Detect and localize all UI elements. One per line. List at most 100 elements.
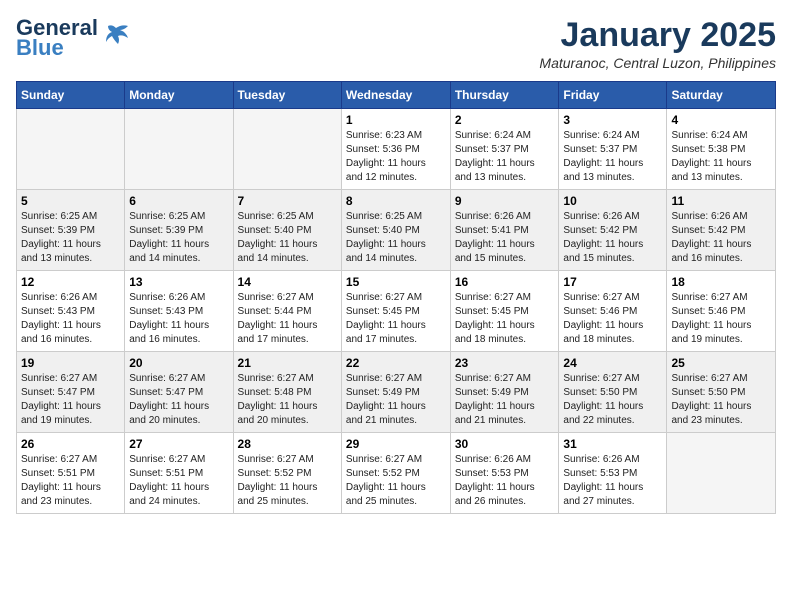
calendar-cell: 10 Sunrise: 6:26 AM Sunset: 5:42 PM Dayli…: [559, 190, 667, 271]
day-number: 5: [21, 194, 120, 208]
calendar-cell: 14 Sunrise: 6:27 AM Sunset: 5:44 PM Dayli…: [233, 271, 341, 352]
day-info: Sunrise: 6:27 AM Sunset: 5:50 PM Dayligh…: [671, 372, 771, 428]
day-number: 2: [455, 113, 555, 127]
calendar-cell: 1 Sunrise: 6:23 AM Sunset: 5:36 PM Daylig…: [341, 109, 450, 190]
day-number: 22: [346, 356, 446, 370]
day-info: Sunrise: 6:26 AM Sunset: 5:41 PM Dayligh…: [455, 210, 555, 266]
day-number: 7: [238, 194, 337, 208]
calendar-cell: 13Sunrise: 6:26 AM Sunset: 5:43 PM Dayli…: [125, 271, 233, 352]
page-header: General Blue January 2025 Maturanoc, Cen…: [16, 16, 776, 71]
calendar-cell: 16 Sunrise: 6:27 AM Sunset: 5:45 PM Dayli…: [450, 271, 559, 352]
calendar-week-row: 5 Sunrise: 6:25 AM Sunset: 5:39 PM Daylig…: [17, 190, 776, 271]
day-number: 17: [563, 275, 662, 289]
day-number: 16: [455, 275, 555, 289]
header-sunday: Sunday: [17, 82, 125, 109]
calendar-table: SundayMondayTuesdayWednesdayThursdayFrid…: [16, 81, 776, 514]
logo-bird-icon: [102, 22, 130, 55]
day-number: 10: [563, 194, 662, 208]
calendar-cell: 23Sunrise: 6:27 AM Sunset: 5:49 PM Dayli…: [450, 352, 559, 433]
day-info: Sunrise: 6:25 AM Sunset: 5:40 PM Dayligh…: [346, 210, 446, 266]
calendar-cell: 29 Sunrise: 6:27 AM Sunset: 5:52 PM Dayli…: [341, 433, 450, 514]
calendar-cell: 11 Sunrise: 6:26 AM Sunset: 5:42 PM Dayli…: [667, 190, 776, 271]
title-block: January 2025 Maturanoc, Central Luzon, P…: [539, 16, 776, 71]
day-info: Sunrise: 6:27 AM Sunset: 5:46 PM Dayligh…: [563, 291, 662, 347]
day-info: Sunrise: 6:26 AM Sunset: 5:42 PM Dayligh…: [671, 210, 771, 266]
calendar-week-row: 26Sunrise: 6:27 AM Sunset: 5:51 PM Dayli…: [17, 433, 776, 514]
day-info: Sunrise: 6:27 AM Sunset: 5:52 PM Dayligh…: [238, 453, 337, 509]
day-number: 31: [563, 437, 662, 451]
day-info: Sunrise: 6:27 AM Sunset: 5:48 PM Dayligh…: [238, 372, 337, 428]
calendar-cell: 8 Sunrise: 6:25 AM Sunset: 5:40 PM Daylig…: [341, 190, 450, 271]
calendar-cell: 30 Sunrise: 6:26 AM Sunset: 5:53 PM Dayli…: [450, 433, 559, 514]
day-number: 11: [671, 194, 771, 208]
day-info: Sunrise: 6:27 AM Sunset: 5:50 PM Dayligh…: [563, 372, 662, 428]
calendar-cell: 19 Sunrise: 6:27 AM Sunset: 5:47 PM Dayli…: [17, 352, 125, 433]
calendar-cell: [125, 109, 233, 190]
day-info: Sunrise: 6:27 AM Sunset: 5:45 PM Dayligh…: [455, 291, 555, 347]
day-info: Sunrise: 6:26 AM Sunset: 5:53 PM Dayligh…: [455, 453, 555, 509]
calendar-cell: 24 Sunrise: 6:27 AM Sunset: 5:50 PM Dayli…: [559, 352, 667, 433]
header-thursday: Thursday: [450, 82, 559, 109]
day-info: Sunrise: 6:27 AM Sunset: 5:46 PM Dayligh…: [671, 291, 771, 347]
calendar-cell: 15Sunrise: 6:27 AM Sunset: 5:45 PM Dayli…: [341, 271, 450, 352]
day-info: Sunrise: 6:24 AM Sunset: 5:38 PM Dayligh…: [671, 129, 771, 185]
day-number: 29: [346, 437, 446, 451]
day-number: 1: [346, 113, 446, 127]
logo-blue: Blue: [16, 36, 98, 60]
day-number: 30: [455, 437, 555, 451]
day-number: 27: [129, 437, 228, 451]
calendar-cell: 27 Sunrise: 6:27 AM Sunset: 5:51 PM Dayli…: [125, 433, 233, 514]
day-info: Sunrise: 6:27 AM Sunset: 5:47 PM Dayligh…: [21, 372, 120, 428]
calendar-cell: 18 Sunrise: 6:27 AM Sunset: 5:46 PM Dayli…: [667, 271, 776, 352]
day-info: Sunrise: 6:27 AM Sunset: 5:44 PM Dayligh…: [238, 291, 337, 347]
calendar-cell: 6Sunrise: 6:25 AM Sunset: 5:39 PM Daylig…: [125, 190, 233, 271]
day-number: 8: [346, 194, 446, 208]
day-info: Sunrise: 6:26 AM Sunset: 5:42 PM Dayligh…: [563, 210, 662, 266]
calendar-cell: [667, 433, 776, 514]
calendar-cell: 31 Sunrise: 6:26 AM Sunset: 5:53 PM Dayli…: [559, 433, 667, 514]
day-info: Sunrise: 6:27 AM Sunset: 5:47 PM Dayligh…: [129, 372, 228, 428]
calendar-cell: [17, 109, 125, 190]
day-number: 3: [563, 113, 662, 127]
calendar-cell: 4 Sunrise: 6:24 AM Sunset: 5:38 PM Daylig…: [667, 109, 776, 190]
location: Maturanoc, Central Luzon, Philippines: [539, 55, 776, 71]
day-info: Sunrise: 6:23 AM Sunset: 5:36 PM Dayligh…: [346, 129, 446, 185]
day-info: Sunrise: 6:25 AM Sunset: 5:39 PM Dayligh…: [21, 210, 120, 266]
day-number: 14: [238, 275, 337, 289]
calendar-header-row: SundayMondayTuesdayWednesdayThursdayFrid…: [17, 82, 776, 109]
day-number: 18: [671, 275, 771, 289]
calendar-cell: [233, 109, 341, 190]
day-number: 19: [21, 356, 120, 370]
day-number: 6: [129, 194, 228, 208]
day-info: Sunrise: 6:27 AM Sunset: 5:52 PM Dayligh…: [346, 453, 446, 509]
calendar-cell: 17 Sunrise: 6:27 AM Sunset: 5:46 PM Dayli…: [559, 271, 667, 352]
calendar-week-row: 19 Sunrise: 6:27 AM Sunset: 5:47 PM Dayli…: [17, 352, 776, 433]
day-info: Sunrise: 6:27 AM Sunset: 5:51 PM Dayligh…: [21, 453, 120, 509]
calendar-cell: 2 Sunrise: 6:24 AM Sunset: 5:37 PM Daylig…: [450, 109, 559, 190]
day-info: Sunrise: 6:26 AM Sunset: 5:53 PM Dayligh…: [563, 453, 662, 509]
calendar-cell: 5 Sunrise: 6:25 AM Sunset: 5:39 PM Daylig…: [17, 190, 125, 271]
day-number: 9: [455, 194, 555, 208]
day-info: Sunrise: 6:24 AM Sunset: 5:37 PM Dayligh…: [455, 129, 555, 185]
day-number: 20: [129, 356, 228, 370]
day-number: 12: [21, 275, 120, 289]
calendar-cell: 3Sunrise: 6:24 AM Sunset: 5:37 PM Daylig…: [559, 109, 667, 190]
day-number: 24: [563, 356, 662, 370]
day-info: Sunrise: 6:27 AM Sunset: 5:45 PM Dayligh…: [346, 291, 446, 347]
day-number: 4: [671, 113, 771, 127]
calendar-cell: 22Sunrise: 6:27 AM Sunset: 5:49 PM Dayli…: [341, 352, 450, 433]
day-number: 13: [129, 275, 228, 289]
day-number: 25: [671, 356, 771, 370]
header-friday: Friday: [559, 82, 667, 109]
logo: General Blue: [16, 16, 130, 60]
calendar-week-row: 12 Sunrise: 6:26 AM Sunset: 5:43 PM Dayli…: [17, 271, 776, 352]
calendar-cell: 12 Sunrise: 6:26 AM Sunset: 5:43 PM Dayli…: [17, 271, 125, 352]
calendar-cell: 28Sunrise: 6:27 AM Sunset: 5:52 PM Dayli…: [233, 433, 341, 514]
calendar-cell: 9 Sunrise: 6:26 AM Sunset: 5:41 PM Daylig…: [450, 190, 559, 271]
day-info: Sunrise: 6:27 AM Sunset: 5:51 PM Dayligh…: [129, 453, 228, 509]
calendar-cell: 20 Sunrise: 6:27 AM Sunset: 5:47 PM Dayli…: [125, 352, 233, 433]
calendar-cell: 26Sunrise: 6:27 AM Sunset: 5:51 PM Dayli…: [17, 433, 125, 514]
day-info: Sunrise: 6:25 AM Sunset: 5:40 PM Dayligh…: [238, 210, 337, 266]
header-tuesday: Tuesday: [233, 82, 341, 109]
day-info: Sunrise: 6:26 AM Sunset: 5:43 PM Dayligh…: [21, 291, 120, 347]
